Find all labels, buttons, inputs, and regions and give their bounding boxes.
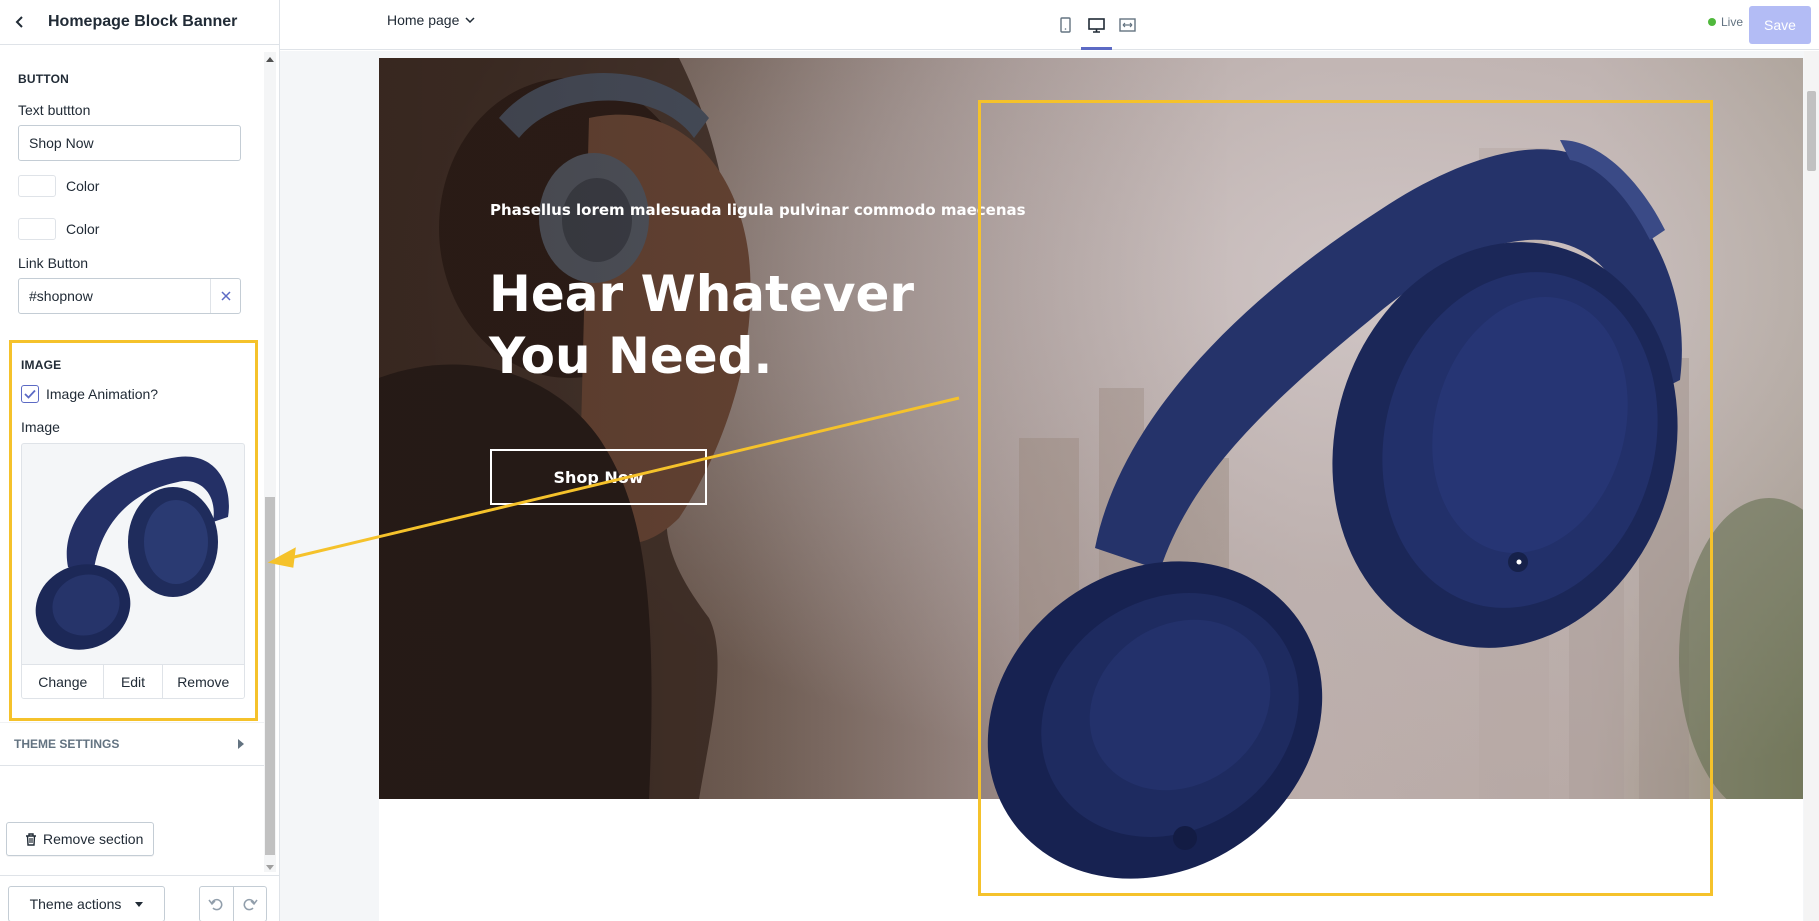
redo-icon — [243, 898, 258, 911]
edit-image-button[interactable]: Edit — [104, 665, 163, 698]
color-picker-row-1[interactable]: Color — [18, 175, 99, 197]
chevron-down-icon — [465, 17, 475, 23]
editor-topbar: Home page Live Save — [280, 0, 1819, 50]
text-button-input[interactable]: Shop Now — [18, 125, 241, 161]
caret-down-icon — [135, 901, 144, 907]
remove-image-button[interactable]: Remove — [163, 665, 244, 698]
close-icon — [220, 291, 231, 301]
sidebar-scroll-area[interactable]: BUTTON Text buttton Shop Now Color Color… — [0, 46, 264, 874]
link-button-label: Link Button — [18, 255, 89, 271]
banner-title: Hear Whatever You Need. — [489, 265, 915, 385]
theme-actions-label: Theme actions — [29, 896, 122, 912]
save-button[interactable]: Save — [1749, 6, 1811, 44]
live-dot-icon — [1708, 18, 1716, 26]
sidebar-scrollbar[interactable] — [264, 52, 276, 872]
preview-page[interactable]: Phasellus lorem malesuada ligula pulvina… — [379, 58, 1803, 921]
back-button[interactable] — [2, 0, 38, 45]
shop-now-button[interactable]: Shop Now — [490, 449, 707, 505]
link-button-input[interactable]: #shopnow — [18, 278, 241, 314]
sidebar-title: Homepage Block Banner — [48, 13, 238, 30]
undo-button[interactable] — [200, 887, 234, 921]
undo-icon — [208, 898, 223, 911]
sidebar-header: Homepage Block Banner — [0, 0, 279, 45]
text-button-value: Shop Now — [29, 135, 94, 151]
remove-section-button[interactable]: Remove section — [6, 822, 154, 856]
preview-scrollbar[interactable] — [1804, 51, 1819, 921]
remove-section-label: Remove section — [43, 831, 144, 847]
color-label-2: Color — [66, 221, 100, 237]
full-width-icon — [1119, 18, 1136, 32]
clear-link-button[interactable] — [210, 279, 240, 313]
theme-actions-button[interactable]: Theme actions — [8, 886, 165, 921]
banner-subtitle: Phasellus lorem malesuada ligula pulvina… — [490, 201, 1026, 219]
image-animation-checkbox[interactable] — [21, 385, 39, 403]
full-width-view-button[interactable] — [1112, 0, 1143, 50]
image-field-label: Image — [21, 419, 60, 435]
text-button-label: Text buttton — [18, 102, 91, 118]
hero-banner: Phasellus lorem malesuada ligula pulvina… — [379, 58, 1803, 799]
live-label: Live — [1721, 15, 1744, 29]
image-animation-label: Image Animation? — [46, 386, 159, 402]
editor-sidebar: Homepage Block Banner BUTTON Text buttto… — [0, 0, 280, 921]
checkmark-icon — [24, 389, 36, 399]
scroll-up-arrow-icon[interactable] — [264, 54, 276, 64]
preview-scroll-thumb[interactable] — [1807, 91, 1816, 171]
redo-button[interactable] — [234, 887, 267, 921]
page-selector[interactable]: Home page — [387, 12, 475, 28]
image-thumbnail: Change Edit Remove — [21, 443, 245, 699]
button-section-heading: BUTTON — [18, 72, 69, 86]
image-actions: Change Edit Remove — [22, 664, 244, 698]
color-picker-row-2[interactable]: Color — [18, 218, 99, 240]
color-swatch-1[interactable] — [18, 175, 56, 197]
undo-redo-group — [199, 886, 267, 921]
link-button-value: #shopnow — [29, 288, 93, 304]
live-status: Live — [1708, 15, 1743, 29]
banner-overlay — [379, 58, 1803, 799]
image-section-heading: IMAGE — [21, 358, 62, 372]
preview-area: Phasellus lorem malesuada ligula pulvina… — [280, 51, 1804, 921]
scroll-down-arrow-icon[interactable] — [264, 862, 276, 872]
headphones-thumbnail-image — [22, 444, 244, 665]
mobile-view-button[interactable] — [1050, 0, 1081, 50]
color-swatch-2[interactable] — [18, 218, 56, 240]
sidebar-scroll-thumb[interactable] — [265, 497, 275, 855]
image-section-card: IMAGE Image Animation? Image Change Edit… — [9, 340, 258, 721]
sidebar-footer: Theme actions — [0, 875, 279, 921]
desktop-icon — [1088, 17, 1105, 33]
desktop-view-button[interactable] — [1081, 0, 1112, 50]
theme-settings-toggle[interactable]: THEME SETTINGS — [0, 722, 264, 766]
page-selector-label: Home page — [387, 12, 460, 28]
mobile-icon — [1060, 17, 1071, 33]
caret-right-icon — [238, 739, 244, 749]
trash-icon — [26, 832, 36, 846]
back-arrow-icon — [15, 16, 23, 28]
color-label-1: Color — [66, 178, 100, 194]
change-image-button[interactable]: Change — [22, 665, 105, 698]
theme-settings-label: THEME SETTINGS — [14, 737, 120, 751]
device-switcher — [1050, 0, 1143, 50]
image-animation-checkbox-row[interactable]: Image Animation? — [21, 385, 158, 403]
